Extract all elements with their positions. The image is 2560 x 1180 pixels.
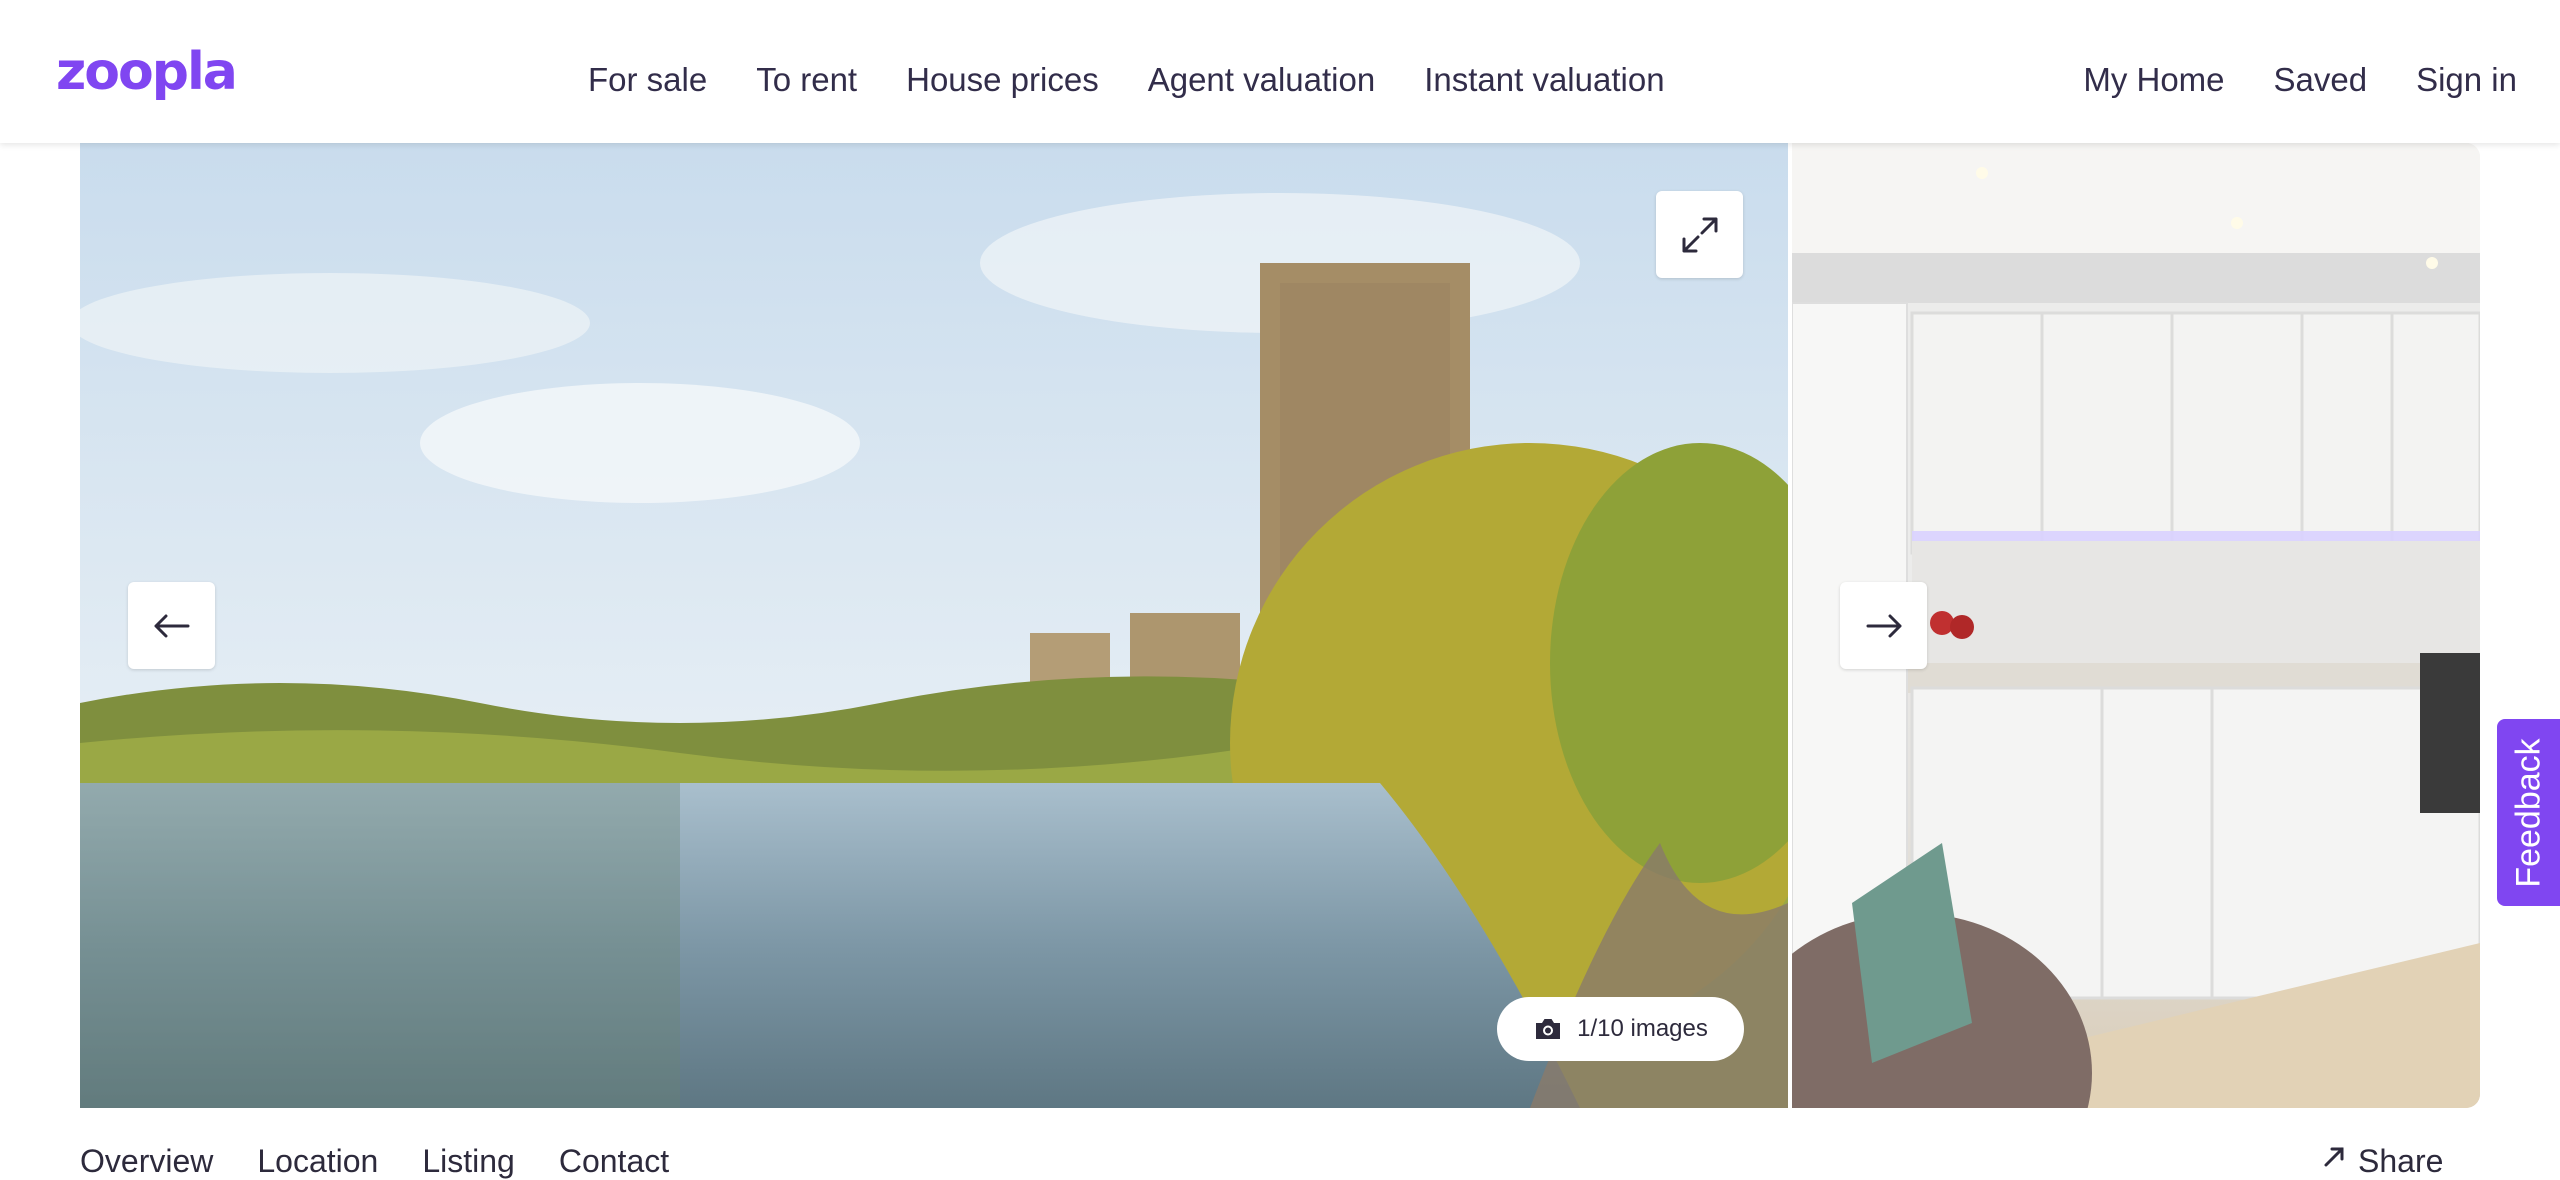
nav-instant-valuation[interactable]: Instant valuation — [1424, 58, 1664, 102]
secondary-photo[interactable] — [1792, 143, 2480, 1108]
camera-icon — [1536, 1019, 1561, 1039]
subnav-location[interactable]: Location — [257, 1143, 378, 1180]
expand-button[interactable] — [1656, 191, 1743, 278]
nav-my-home[interactable]: My Home — [2083, 58, 2224, 102]
main-nav: For sale To rent House prices Agent valu… — [588, 58, 1665, 102]
image-count-pill[interactable]: 1/10 images — [1497, 997, 1744, 1061]
image-count-label: 1/10 images — [1577, 1015, 1708, 1042]
feedback-label: Feedback — [2509, 737, 2547, 888]
subnav-listing[interactable]: Listing — [422, 1143, 515, 1180]
listing-subnav: Overview Location Listing Contact — [80, 1143, 669, 1180]
zoopla-logo[interactable]: zoopla — [56, 46, 238, 98]
expand-icon — [1682, 217, 1717, 252]
share-button[interactable]: Share — [2320, 1143, 2443, 1180]
previous-image-button[interactable] — [128, 582, 215, 669]
share-icon — [2324, 1147, 2344, 1167]
nav-to-rent[interactable]: To rent — [756, 58, 857, 102]
nav-house-prices[interactable]: House prices — [906, 58, 1099, 102]
nav-saved[interactable]: Saved — [2274, 58, 2368, 102]
photo-gallery: 1/10 images — [80, 143, 2480, 1108]
share-label: Share — [2358, 1143, 2444, 1179]
main-photo[interactable]: 1/10 images — [80, 143, 1788, 1108]
feedback-tab[interactable]: Feedback — [2497, 719, 2560, 906]
arrow-left-icon — [154, 614, 189, 637]
nav-sign-in[interactable]: Sign in — [2416, 58, 2517, 102]
next-image-button[interactable] — [1840, 582, 1927, 669]
subnav-overview[interactable]: Overview — [80, 1143, 213, 1180]
nav-for-sale[interactable]: For sale — [588, 58, 707, 102]
account-nav: My Home Saved Sign in — [2083, 58, 2517, 102]
arrow-right-icon — [1866, 614, 1901, 637]
site-header: zoopla For sale To rent House prices Age… — [0, 0, 2560, 143]
nav-agent-valuation[interactable]: Agent valuation — [1148, 58, 1376, 102]
subnav-contact[interactable]: Contact — [559, 1143, 669, 1180]
lake-scene-illustration — [80, 143, 1788, 1108]
